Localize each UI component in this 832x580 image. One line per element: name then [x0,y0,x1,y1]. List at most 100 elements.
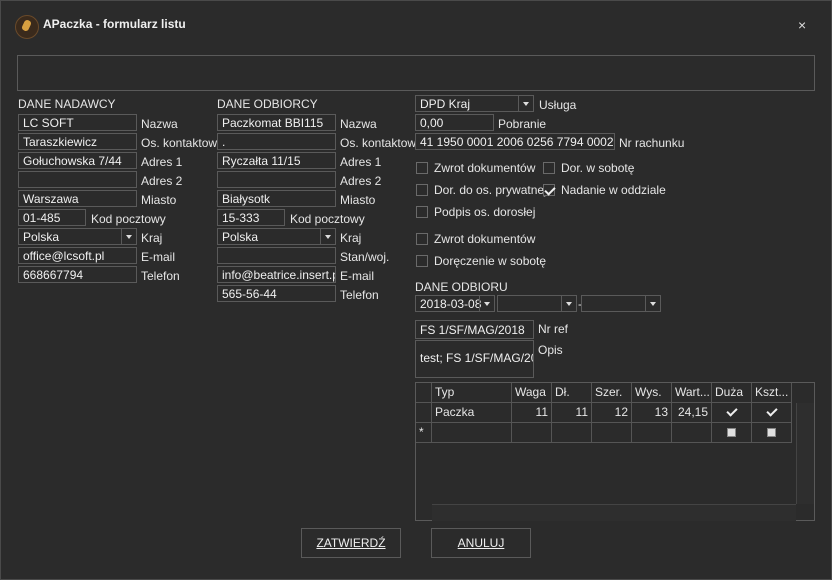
col-header-szer[interactable]: Szer. [592,383,632,403]
cell-wys[interactable]: 13 [632,403,672,423]
chevron-down-icon[interactable] [121,229,136,244]
sender-address2-label: Adres 2 [141,174,183,188]
checkbox-icon [767,428,776,437]
service-select[interactable]: DPD Kraj [415,95,534,112]
notes-box[interactable] [17,55,815,91]
new-row-marker[interactable]: * [416,423,432,443]
option-label-3: Nadanie w oddziale [561,183,666,197]
new-cell-wart[interactable] [672,423,712,443]
confirm-button[interactable]: ZATWIERDŹ [301,528,401,558]
sender-city-input[interactable]: Warszawa [18,190,137,207]
row-header-corner [416,383,432,403]
option-label-2: Dor. do os. prywatnej [434,183,547,197]
checkmark-icon [726,405,738,417]
cancel-button[interactable]: ANULUJ [431,528,531,558]
dialog-window: APaczka - formularz listu × DANE NADAWCY… [0,0,832,580]
recipient-country-select[interactable]: Polska [217,228,336,245]
account-number-input[interactable]: 41 1950 0001 2006 0256 7794 0002 [415,133,615,150]
col-header-typ[interactable]: Typ [432,383,512,403]
vertical-scrollbar[interactable] [796,403,814,504]
horizontal-scrollbar[interactable] [432,504,796,521]
sender-email-input[interactable]: office@lcsoft.pl [18,247,137,264]
chevron-down-icon[interactable] [518,96,533,111]
option-checkbox-2[interactable] [416,184,428,196]
cell-kszt[interactable] [752,403,792,423]
col-header-waga[interactable]: Waga [512,383,552,403]
new-cell-wys[interactable] [632,423,672,443]
sender-postcode-label: Kod pocztowy [91,212,166,226]
pickup-from-select[interactable] [497,295,577,312]
description-label: Opis [538,343,563,357]
cod-amount-input[interactable]: 0,00 [415,114,494,131]
recipient-header: DANE ODBIORCY [217,97,318,111]
chevron-down-icon[interactable] [645,296,660,311]
row-header[interactable] [416,403,432,423]
col-header-wys[interactable]: Wys. [632,383,672,403]
option-label-4: Podpis os. dorosłej [434,205,536,219]
chevron-down-icon[interactable] [320,229,335,244]
sender-contact-label: Os. kontaktowa [141,136,224,150]
pickup-date-select[interactable]: 2018-03-08 [415,295,495,312]
close-icon[interactable]: × [798,17,806,33]
recipient-country-label: Kraj [340,231,362,245]
recipient-address1-input[interactable]: Ryczałta 11/15 [217,152,336,169]
recipient-email-input[interactable]: info@beatrice.insert.pl [217,266,336,283]
chevron-down-icon[interactable] [479,296,494,311]
sender-country-select[interactable]: Polska [18,228,137,245]
recipient-phone-label: Telefon [340,288,379,302]
cell-waga[interactable]: 11 [512,403,552,423]
new-cell-dl[interactable] [552,423,592,443]
option-checkbox-1[interactable] [543,162,555,174]
sender-country-value: Polska [23,230,60,244]
pickup-to-select[interactable] [581,295,661,312]
recipient-address2-input[interactable] [217,171,336,188]
new-cell-kszt[interactable] [752,423,792,443]
cell-typ[interactable]: Paczka [432,403,512,423]
sender-name-label: Nazwa [141,117,178,131]
sender-phone-input[interactable]: 668667794 [18,266,137,283]
option-checkbox-6[interactable] [416,255,428,267]
new-cell-typ[interactable] [432,423,512,443]
col-header-kszt[interactable]: Kszt... [752,383,792,403]
recipient-contact-input[interactable]: . [217,133,336,150]
packages-grid[interactable]: Typ Waga Dł. Szer. Wys. Wart... Duża Ksz… [415,382,815,521]
checkbox-icon [727,428,736,437]
sender-address1-input[interactable]: Gołuchowska 7/44 [18,152,137,169]
recipient-name-input[interactable]: Paczkomat BBI115 [217,114,336,131]
col-header-wart[interactable]: Wart... [672,383,712,403]
option-checkbox-4[interactable] [416,206,428,218]
new-cell-waga[interactable] [512,423,552,443]
recipient-phone-input[interactable]: 565-56-44 [217,285,336,302]
sender-header: DANE NADAWCY [18,97,116,111]
ref-number-label: Nr ref [538,322,568,336]
cod-label: Pobranie [498,117,547,131]
recipient-address2-label: Adres 2 [340,174,382,188]
recipient-state-input[interactable] [217,247,336,264]
new-cell-szer[interactable] [592,423,632,443]
sender-address1-label: Adres 1 [141,155,183,169]
option-checkbox-0[interactable] [416,162,428,174]
recipient-address1-label: Adres 1 [340,155,382,169]
sender-postcode-input[interactable]: 01-485 [18,209,86,226]
chevron-down-icon[interactable] [561,296,576,311]
col-header-dl[interactable]: Dł. [552,383,592,403]
sender-name-input[interactable]: LC SOFT [18,114,137,131]
option-label-6: Doręczenie w sobotę [434,254,547,268]
col-header-duza[interactable]: Duża [712,383,752,403]
app-logo-icon [15,15,39,39]
ref-number-input[interactable]: FS 1/SF/MAG/2018 [415,320,534,339]
recipient-city-input[interactable]: Białysotk [217,190,336,207]
cell-dl[interactable]: 11 [552,403,592,423]
new-cell-duza[interactable] [712,423,752,443]
cell-wart[interactable]: 24,15 [672,403,712,423]
sender-address2-input[interactable] [18,171,137,188]
cell-duza[interactable] [712,403,752,423]
checkmark-icon [766,405,778,417]
description-input[interactable]: test; FS 1/SF/MAG/2018 [415,340,534,378]
cell-szer[interactable]: 12 [592,403,632,423]
option-checkbox-5[interactable] [416,233,428,245]
sender-email-label: E-mail [141,250,176,264]
recipient-postcode-input[interactable]: 15-333 [217,209,285,226]
option-checkbox-3[interactable] [543,184,555,196]
sender-contact-input[interactable]: Taraszkiewicz [18,133,137,150]
